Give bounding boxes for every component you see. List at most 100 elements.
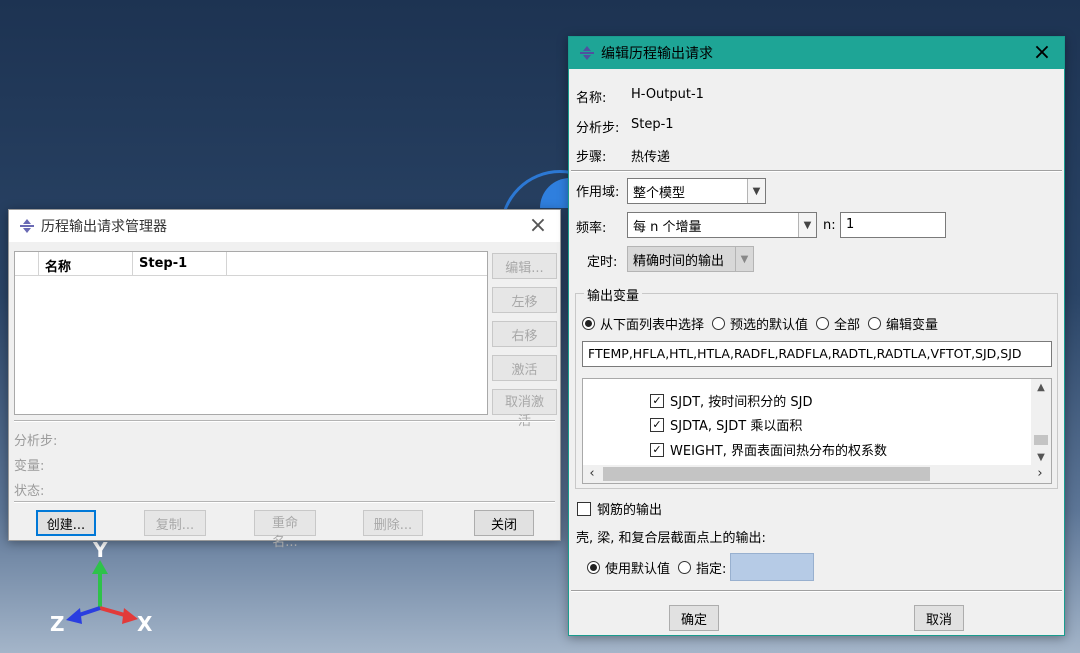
radio-label: 全部 bbox=[834, 318, 861, 333]
scroll-thumb[interactable] bbox=[603, 467, 930, 481]
copy-button[interactable]: 复制... bbox=[144, 510, 206, 536]
list-item-label: WEIGHT, 界面表面间热分布的权系数 bbox=[670, 444, 887, 459]
horizontal-scrollbar[interactable]: ‹ › bbox=[583, 465, 1051, 483]
table-header: 名称 Step-1 bbox=[15, 252, 487, 276]
radio-label: 预选的默认值 bbox=[730, 318, 809, 333]
n-label: n: bbox=[823, 218, 836, 233]
list-item-label: SJDTA, SJDT 乘以面积 bbox=[670, 419, 803, 434]
checkbox-unchecked-icon[interactable] bbox=[577, 501, 591, 516]
abaqus-app-icon bbox=[20, 219, 34, 233]
divider bbox=[571, 590, 1062, 592]
cancel-button[interactable]: 取消 bbox=[914, 605, 964, 631]
checkbox-checked-icon[interactable]: ✓ bbox=[650, 442, 664, 457]
manager-title: 历程输出请求管理器 bbox=[41, 219, 167, 235]
frequency-select[interactable]: 每 n 个增量 ▼ bbox=[627, 212, 817, 238]
step-label: 分析步: bbox=[576, 121, 620, 136]
checkbox-checked-icon[interactable]: ✓ bbox=[650, 417, 664, 432]
chevron-down-icon[interactable]: ▼ bbox=[798, 213, 816, 237]
editor-titlebar[interactable]: 编辑历程输出请求 × bbox=[569, 37, 1064, 69]
radio-dot-icon bbox=[587, 560, 600, 574]
triad-z-label: Z bbox=[50, 612, 65, 636]
radio-label: 编辑变量 bbox=[886, 318, 939, 333]
close-icon[interactable]: × bbox=[1030, 42, 1054, 64]
timing-select-value: 精确时间的输出 bbox=[633, 253, 725, 269]
radio-label: 指定: bbox=[696, 561, 727, 577]
output-variables-title: 输出变量 bbox=[584, 285, 643, 304]
radio-label: 使用默认值 bbox=[605, 561, 671, 577]
divider bbox=[14, 420, 555, 422]
shell-output-radio-group: 使用默认值 指定: bbox=[587, 553, 815, 581]
radio-dot-icon bbox=[712, 317, 726, 330]
radio-use-defaults[interactable]: 使用默认值 bbox=[587, 558, 670, 577]
list-item[interactable]: ✓ SJDT, 按时间积分的 SJD bbox=[650, 391, 813, 410]
frequency-select-value: 每 n 个增量 bbox=[633, 219, 702, 235]
move-left-button[interactable]: 左移 bbox=[492, 287, 557, 313]
delete-button[interactable]: 删除... bbox=[363, 510, 423, 536]
radio-select-from-list[interactable]: 从下面列表中选择 bbox=[582, 314, 704, 333]
chevron-down-icon[interactable]: ▼ bbox=[735, 247, 753, 271]
frequency-label: 频率: bbox=[576, 221, 607, 236]
abaqus-app-icon bbox=[580, 46, 594, 60]
list-item-label: SJDT, 按时间积分的 SJD bbox=[670, 395, 813, 410]
scroll-left-icon[interactable]: ‹ bbox=[583, 465, 601, 483]
step-info-label: 分析步: bbox=[14, 434, 58, 449]
chevron-down-icon[interactable]: ▼ bbox=[747, 179, 765, 203]
close-button[interactable]: 关闭 bbox=[474, 510, 534, 536]
move-right-button[interactable]: 右移 bbox=[492, 321, 557, 347]
edit-history-output-dialog: 编辑历程输出请求 × 名称: H-Output-1 分析步: Step-1 步骤… bbox=[568, 36, 1065, 636]
rebar-output-checkbox[interactable]: 钢筋的输出 bbox=[577, 499, 662, 518]
radio-preselected-defaults[interactable]: 预选的默认值 bbox=[712, 314, 808, 333]
radio-dot-icon bbox=[678, 560, 692, 574]
output-variables-input[interactable]: FTEMP,HFLA,HTL,HTLA,RADFL,RADFLA,RADTL,R… bbox=[582, 341, 1052, 367]
name-label: 名称: bbox=[576, 91, 607, 106]
specify-input[interactable] bbox=[730, 553, 815, 581]
checkbox-checked-icon[interactable]: ✓ bbox=[650, 393, 664, 408]
triad-y-label: Y bbox=[93, 538, 108, 562]
radio-label: 从下面列表中选择 bbox=[600, 318, 705, 333]
radio-edit-variables[interactable]: 编辑变量 bbox=[868, 314, 938, 333]
history-output-table[interactable]: 名称 Step-1 bbox=[14, 251, 488, 415]
list-item[interactable]: ✓ SJDTA, SJDT 乘以面积 bbox=[650, 415, 802, 434]
vertical-scrollbar[interactable]: ▲ ▼ bbox=[1031, 379, 1051, 467]
list-item[interactable]: ✓ WEIGHT, 界面表面间热分布的权系数 bbox=[650, 440, 887, 459]
step-value: Step-1 bbox=[631, 117, 674, 132]
output-variables-group: 输出变量 从下面列表中选择 预选的默认值 全部 编辑变量 FTEMP,HFLA,… bbox=[575, 285, 1058, 489]
procedure-value: 热传递 bbox=[631, 150, 671, 165]
edit-button[interactable]: 编辑... bbox=[492, 253, 557, 279]
activate-button[interactable]: 激活 bbox=[492, 355, 557, 381]
domain-select-value: 整个模型 bbox=[633, 185, 686, 201]
divider bbox=[571, 170, 1062, 172]
column-header-name[interactable]: 名称 bbox=[39, 252, 133, 275]
radio-specify[interactable]: 指定: bbox=[678, 558, 726, 577]
history-output-manager-dialog: 历程输出请求管理器 × 名称 Step-1 编辑... 左移 右移 激活 取消激… bbox=[8, 209, 561, 550]
radio-dot-icon bbox=[582, 317, 595, 330]
row-header-cell bbox=[15, 252, 39, 275]
domain-select[interactable]: 整个模型 ▼ bbox=[627, 178, 766, 204]
timing-select[interactable]: 精确时间的输出 ▼ bbox=[627, 246, 754, 272]
scroll-right-icon[interactable]: › bbox=[1031, 465, 1049, 483]
procedure-label: 步骤: bbox=[576, 150, 607, 165]
editor-title: 编辑历程输出请求 bbox=[601, 46, 713, 62]
rebar-output-label: 钢筋的输出 bbox=[597, 503, 663, 518]
ok-button[interactable]: 确定 bbox=[669, 605, 719, 631]
deactivate-button[interactable]: 取消激活 bbox=[492, 389, 557, 429]
scroll-thumb[interactable] bbox=[1034, 435, 1048, 445]
output-variables-radio-group: 从下面列表中选择 预选的默认值 全部 编辑变量 bbox=[582, 314, 946, 333]
radio-dot-icon bbox=[868, 317, 882, 330]
coordinate-triad: Y X Z bbox=[40, 538, 170, 640]
close-icon[interactable]: × bbox=[526, 215, 550, 237]
column-header-step[interactable]: Step-1 bbox=[133, 252, 227, 275]
name-value: H-Output-1 bbox=[631, 87, 704, 102]
status-info-label: 状态: bbox=[14, 484, 45, 499]
variable-info-label: 变量: bbox=[14, 459, 45, 474]
radio-all[interactable]: 全部 bbox=[816, 314, 860, 333]
domain-label: 作用域: bbox=[576, 185, 620, 200]
scroll-up-icon[interactable]: ▲ bbox=[1031, 379, 1051, 397]
n-input[interactable]: 1 bbox=[840, 212, 946, 238]
manager-titlebar[interactable]: 历程输出请求管理器 × bbox=[9, 210, 560, 242]
divider bbox=[14, 501, 555, 503]
rename-button[interactable]: 重命名... bbox=[254, 510, 316, 550]
output-variables-list[interactable]: ✓ SJDT, 按时间积分的 SJD ✓ SJDTA, SJDT 乘以面积 ✓ … bbox=[582, 378, 1052, 484]
triad-x-label: X bbox=[137, 612, 153, 636]
create-button[interactable]: 创建... bbox=[36, 510, 96, 536]
